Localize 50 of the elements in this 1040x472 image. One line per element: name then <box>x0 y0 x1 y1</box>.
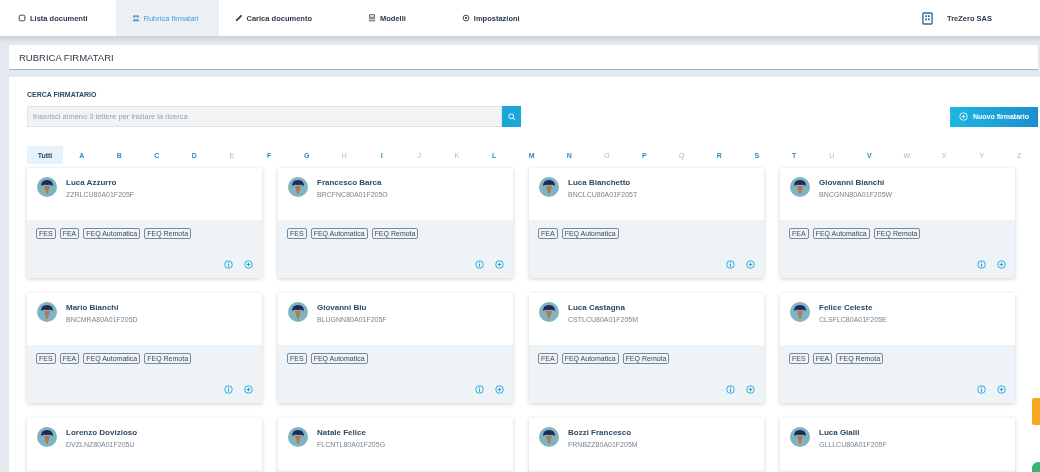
settings-icon <box>461 14 470 22</box>
signer-name: Mario Bianchi <box>66 303 120 312</box>
add-icon[interactable] <box>495 260 504 269</box>
info-icon[interactable] <box>475 260 484 269</box>
info-icon[interactable] <box>224 385 233 394</box>
signer-name: Francesco Barca <box>317 178 383 187</box>
signer-name: Luca Castagna <box>568 303 626 312</box>
info-icon[interactable] <box>726 260 735 269</box>
avatar-icon <box>288 427 308 447</box>
add-icon[interactable] <box>997 260 1006 269</box>
avatar-icon <box>37 302 57 322</box>
avatar-icon <box>539 177 559 197</box>
signer-name: Luca Azzurro <box>66 178 118 187</box>
search-icon <box>507 112 516 121</box>
search-button[interactable] <box>502 106 521 127</box>
avatar-icon <box>790 302 810 322</box>
stack-icon <box>367 14 376 22</box>
pencil-icon <box>234 14 243 22</box>
users-icon <box>131 14 140 22</box>
document-icon <box>18 14 26 22</box>
signer-name: Natale Felice <box>317 428 367 437</box>
add-icon[interactable] <box>746 385 755 394</box>
avatar-icon <box>790 427 810 447</box>
info-icon[interactable] <box>977 260 986 269</box>
signer-name: Felice Celeste <box>819 303 874 312</box>
avatar-icon <box>539 427 559 447</box>
signer-name: Lorenzo Dovizioso <box>66 428 138 437</box>
signer-name: Luca Gialli <box>819 428 861 437</box>
info-icon[interactable] <box>224 260 233 269</box>
avatar-icon <box>37 177 57 197</box>
signer-name: Giovanni Blu <box>317 303 368 312</box>
signer-name: Giovanni Bianchi <box>819 178 886 187</box>
avatar-icon <box>288 302 308 322</box>
page-title: RUBRICA FIRMATARI <box>19 51 114 63</box>
info-icon[interactable] <box>977 385 986 394</box>
add-icon[interactable] <box>495 385 504 394</box>
avatar-icon <box>539 302 559 322</box>
add-icon[interactable] <box>997 385 1006 394</box>
info-icon[interactable] <box>726 385 735 394</box>
add-icon[interactable] <box>746 260 755 269</box>
signer-name: Bozzi Francesco <box>568 428 633 437</box>
add-icon[interactable] <box>244 385 253 394</box>
plus-circle-icon <box>959 112 968 121</box>
avatar-icon <box>790 177 810 197</box>
signer-name: Luca Bianchetto <box>568 178 632 187</box>
avatar-icon <box>288 177 308 197</box>
info-icon[interactable] <box>475 385 484 394</box>
building-icon <box>922 11 933 25</box>
avatar-icon <box>37 427 57 447</box>
add-icon[interactable] <box>244 260 253 269</box>
